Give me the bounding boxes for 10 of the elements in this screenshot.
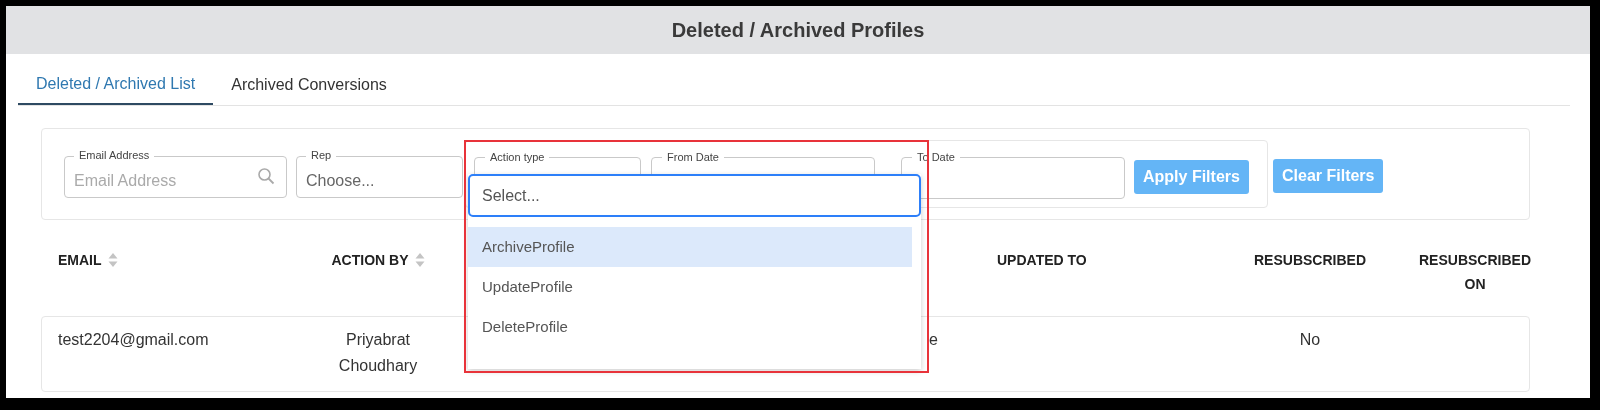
column-header: RESUBSCRIBED: [1254, 251, 1366, 270]
column-header: RESUBSCRIBED ON: [1419, 251, 1531, 294]
column-header: UPDATED TO: [997, 251, 1087, 270]
table-cell-text: e: [928, 330, 938, 350]
page-title: Deleted / Archived Profiles: [671, 18, 925, 42]
table-cell-text: No: [1298, 330, 1322, 350]
table-cell-text: Priyabrat Choudhary: [337, 330, 419, 376]
column-header: ACTION BY: [331, 251, 409, 270]
column-header: EMAIL: [58, 251, 102, 270]
table-cell-text: test2204@gmail.com: [58, 330, 210, 350]
